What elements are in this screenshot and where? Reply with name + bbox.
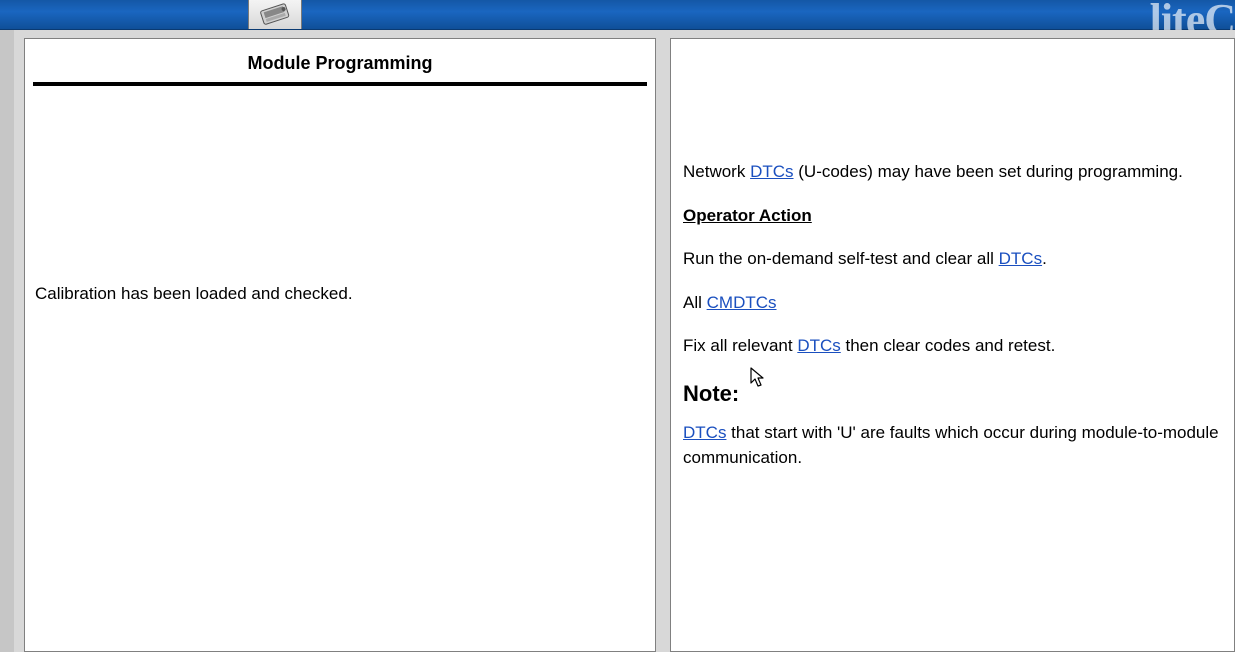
all-cmdtcs-line: All CMDTCs bbox=[683, 290, 1222, 316]
page-title: Module Programming bbox=[25, 39, 655, 82]
text: then clear codes and retest. bbox=[841, 336, 1056, 355]
panes: Module Programming Calibration has been … bbox=[24, 38, 1235, 652]
text: Network bbox=[683, 162, 750, 181]
text: Fix all relevant bbox=[683, 336, 797, 355]
right-pane: Network DTCs (U-codes) may have been set… bbox=[670, 38, 1235, 652]
titlebar: liteC bbox=[0, 0, 1235, 30]
left-pane: Module Programming Calibration has been … bbox=[24, 38, 656, 652]
text: . bbox=[1042, 249, 1047, 268]
workspace: Module Programming Calibration has been … bbox=[14, 30, 1235, 652]
note-heading: Note: bbox=[683, 377, 1222, 410]
dtcs-link[interactable]: DTCs bbox=[683, 423, 726, 442]
dtcs-link[interactable]: DTCs bbox=[999, 249, 1042, 268]
dtcs-link[interactable]: DTCs bbox=[750, 162, 793, 181]
instruction-body: Network DTCs (U-codes) may have been set… bbox=[671, 39, 1234, 499]
operator-action-heading: Operator Action bbox=[683, 203, 1222, 229]
text: (U-codes) may have been set during progr… bbox=[794, 162, 1183, 181]
text: Run the on-demand self-test and clear al… bbox=[683, 249, 999, 268]
device-icon bbox=[258, 3, 292, 27]
fix-relevant-line: Fix all relevant DTCs then clear codes a… bbox=[683, 333, 1222, 359]
cmdtcs-link[interactable]: CMDTCs bbox=[707, 293, 777, 312]
note-body: DTCs that start with 'U' are faults whic… bbox=[683, 420, 1222, 471]
device-tab[interactable] bbox=[248, 0, 302, 29]
operator-action-label: Operator Action bbox=[683, 206, 812, 225]
dtcs-link[interactable]: DTCs bbox=[797, 336, 840, 355]
run-selftest-line: Run the on-demand self-test and clear al… bbox=[683, 246, 1222, 272]
calibration-status: Calibration has been loaded and checked. bbox=[25, 86, 655, 314]
text: All bbox=[683, 293, 707, 312]
text: that start with 'U' are faults which occ… bbox=[683, 423, 1219, 468]
titlebar-spacer bbox=[0, 0, 248, 29]
network-dtcs-line: Network DTCs (U-codes) may have been set… bbox=[683, 159, 1222, 185]
